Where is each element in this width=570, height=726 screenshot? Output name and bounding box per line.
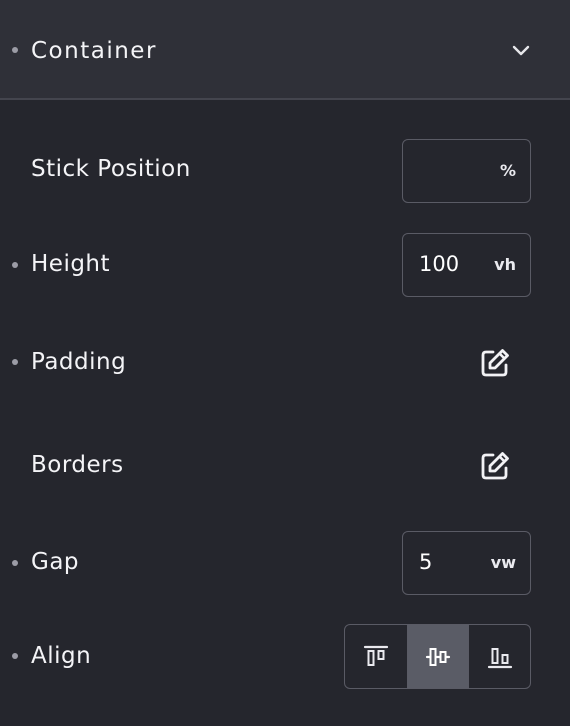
align-segmented-control (344, 624, 531, 689)
height-label: Height (31, 251, 111, 277)
indicator-dot (12, 359, 18, 365)
chevron-down-icon[interactable] (511, 44, 531, 58)
indicator-dot (12, 653, 18, 659)
height-unit: vh (494, 255, 516, 274)
align-bottom-button[interactable] (468, 625, 530, 688)
align-center-icon (425, 647, 451, 666)
height-value: 100 (419, 252, 460, 276)
indicator-dot (12, 560, 18, 566)
indicator-dot (12, 47, 18, 53)
section-title: Container (31, 38, 157, 64)
padding-edit-icon[interactable] (478, 346, 512, 380)
align-top-button[interactable] (345, 625, 407, 688)
height-input[interactable]: 100 vh (402, 233, 531, 297)
stick-position-label: Stick Position (31, 156, 191, 182)
borders-label: Borders (31, 452, 124, 478)
padding-label: Padding (31, 349, 127, 375)
indicator-dot (12, 262, 18, 268)
stick-position-unit: % (499, 161, 516, 180)
stick-position-input[interactable]: % (402, 139, 531, 203)
align-top-icon (363, 645, 388, 666)
gap-label: Gap (31, 549, 80, 575)
borders-edit-icon[interactable] (478, 449, 512, 483)
section-header[interactable]: Container (0, 0, 570, 100)
gap-unit: vw (490, 553, 516, 572)
align-label: Align (31, 643, 92, 669)
align-center-button[interactable] (406, 625, 469, 688)
gap-input[interactable]: 5 vw (402, 531, 531, 595)
align-bottom-icon (487, 647, 512, 668)
gap-value: 5 (419, 550, 433, 574)
